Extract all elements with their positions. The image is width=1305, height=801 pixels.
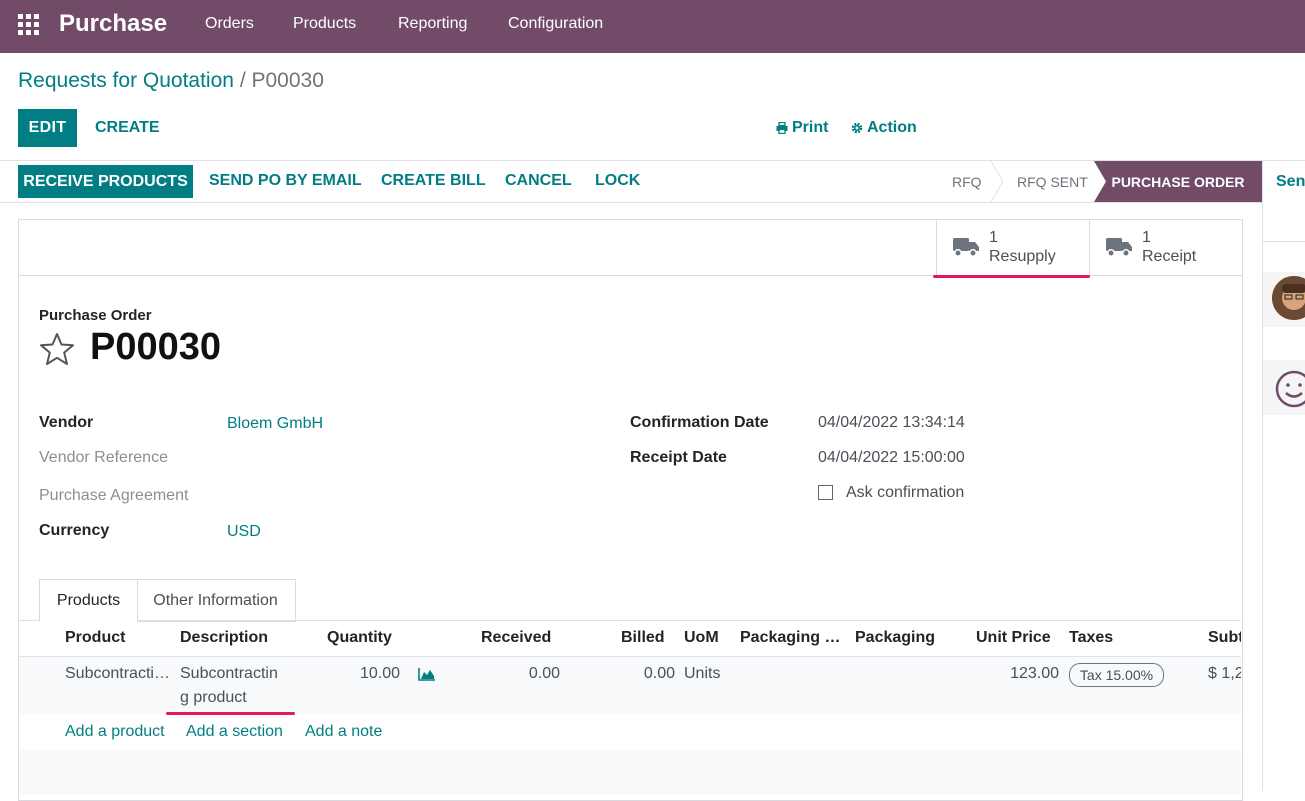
chatter-send-message-button[interactable]: Send bbox=[1276, 173, 1305, 191]
menu-reporting[interactable]: Reporting bbox=[398, 15, 467, 33]
stage-active-chevron bbox=[1094, 161, 1106, 202]
receipt-count: 1 bbox=[1142, 229, 1151, 246]
col-packaging[interactable]: Packaging bbox=[855, 629, 935, 647]
action-button[interactable]: Action bbox=[851, 119, 917, 137]
smile-icon bbox=[1275, 370, 1305, 408]
row-unit-price[interactable]: 123.00 bbox=[970, 665, 1059, 683]
resupply-smart-button[interactable]: 1 Resupply bbox=[936, 220, 1089, 275]
receipt-label: Receipt bbox=[1142, 248, 1197, 265]
row-quantity[interactable]: 10.00 bbox=[320, 665, 400, 683]
po-type-label: Purchase Order bbox=[39, 307, 152, 324]
col-uom[interactable]: UoM bbox=[684, 629, 719, 647]
vendor-reference-label: Vendor Reference bbox=[39, 449, 168, 466]
confirmation-date-label: Confirmation Date bbox=[630, 414, 769, 431]
col-subtotal[interactable]: Subt bbox=[1208, 629, 1241, 647]
tabs-divider bbox=[19, 620, 1241, 621]
purchase-agreement-label: Purchase Agreement bbox=[39, 487, 189, 504]
resupply-count: 1 bbox=[989, 229, 998, 246]
confirmation-date-field: 04/04/2022 13:34:14 bbox=[818, 414, 965, 431]
tab-products[interactable]: Products bbox=[39, 579, 138, 622]
col-quantity[interactable]: Quantity bbox=[327, 629, 392, 647]
create-button[interactable]: CREATE bbox=[95, 119, 160, 137]
col-received[interactable]: Received bbox=[481, 629, 551, 647]
resupply-highlight-underline bbox=[933, 275, 1090, 278]
po-name: P00030 bbox=[90, 326, 222, 368]
divider bbox=[0, 202, 1262, 203]
stage-rfq[interactable]: RFQ bbox=[952, 174, 982, 190]
breadcrumb-parent[interactable]: Requests for Quotation bbox=[18, 69, 234, 92]
col-description[interactable]: Description bbox=[180, 629, 268, 647]
truck-icon bbox=[1106, 238, 1132, 257]
receive-products-button[interactable]: RECEIVE PRODUCTS bbox=[18, 165, 193, 198]
smart-button-box: 1 Resupply 1 Receipt bbox=[19, 220, 1242, 276]
stage-chevron bbox=[990, 161, 1004, 202]
row-subtotal: $ 1,2 bbox=[1208, 665, 1241, 682]
area-chart-icon[interactable] bbox=[418, 667, 436, 681]
breadcrumb: Requests for Quotation / P00030 bbox=[18, 69, 324, 93]
row-uom[interactable]: Units bbox=[684, 665, 720, 683]
create-bill-button[interactable]: CREATE BILL bbox=[381, 172, 486, 190]
col-billed[interactable]: Billed bbox=[621, 629, 665, 647]
row-billed: 0.00 bbox=[643, 665, 675, 682]
stage-rfq-sent[interactable]: RFQ SENT bbox=[1017, 174, 1088, 190]
top-navbar: Purchase Orders Products Reporting Confi… bbox=[0, 0, 1305, 53]
stage-purchase-order[interactable]: PURCHASE ORDER bbox=[1094, 161, 1262, 202]
app-name[interactable]: Purchase bbox=[59, 10, 167, 38]
receipt-date-label: Receipt Date bbox=[630, 449, 727, 466]
add-note-link[interactable]: Add a note bbox=[305, 723, 382, 741]
col-unit-price[interactable]: Unit Price bbox=[976, 629, 1051, 647]
truck-icon bbox=[953, 238, 979, 257]
star-icon[interactable] bbox=[39, 332, 75, 366]
gear-icon bbox=[851, 122, 863, 134]
row-received: 0.00 bbox=[528, 665, 560, 682]
row-product[interactable]: Subcontracti… bbox=[65, 665, 170, 683]
ask-confirmation-checkbox[interactable] bbox=[818, 485, 833, 500]
menu-configuration[interactable]: Configuration bbox=[508, 15, 603, 33]
printer-icon bbox=[776, 122, 788, 134]
chatter-divider-h bbox=[1263, 241, 1305, 242]
row-description-line2[interactable]: g product bbox=[180, 689, 247, 707]
tab-other-information[interactable]: Other Information bbox=[136, 579, 296, 622]
currency-label: Currency bbox=[39, 522, 110, 539]
apps-grid-icon[interactable] bbox=[18, 14, 40, 36]
menu-products[interactable]: Products bbox=[293, 15, 356, 33]
print-label: Print bbox=[792, 119, 829, 136]
receipt-date-field: 04/04/2022 15:00:00 bbox=[818, 449, 965, 466]
row-description-line1[interactable]: Subcontractin bbox=[180, 665, 278, 683]
table-footer bbox=[19, 750, 1241, 795]
vendor-field[interactable]: Bloem GmbH bbox=[227, 415, 323, 433]
resupply-label: Resupply bbox=[989, 248, 1056, 265]
currency-field[interactable]: USD bbox=[227, 523, 261, 541]
add-product-link[interactable]: Add a product bbox=[65, 723, 165, 741]
vendor-label: Vendor bbox=[39, 414, 94, 431]
description-highlight-underline bbox=[166, 712, 295, 715]
print-button[interactable]: Print bbox=[776, 119, 828, 137]
add-section-link[interactable]: Add a section bbox=[186, 723, 283, 741]
tax-badge[interactable]: Tax 15.00% bbox=[1069, 663, 1164, 687]
col-product[interactable]: Product bbox=[65, 629, 125, 647]
receipt-smart-button[interactable]: 1 Receipt bbox=[1089, 220, 1242, 275]
col-packaging-qty[interactable]: Packaging … bbox=[740, 629, 840, 647]
send-po-email-button[interactable]: SEND PO BY EMAIL bbox=[209, 172, 362, 190]
menu-orders[interactable]: Orders bbox=[205, 15, 254, 33]
edit-button[interactable]: EDIT bbox=[18, 109, 77, 147]
lock-button[interactable]: LOCK bbox=[595, 172, 640, 190]
col-taxes[interactable]: Taxes bbox=[1069, 629, 1113, 647]
breadcrumb-current: P00030 bbox=[251, 69, 324, 92]
chatter-divider bbox=[1262, 161, 1263, 791]
ask-confirmation-label: Ask confirmation bbox=[846, 484, 965, 501]
breadcrumb-separator: / bbox=[239, 69, 246, 92]
cancel-button[interactable]: CANCEL bbox=[505, 172, 572, 190]
action-label: Action bbox=[867, 119, 917, 136]
